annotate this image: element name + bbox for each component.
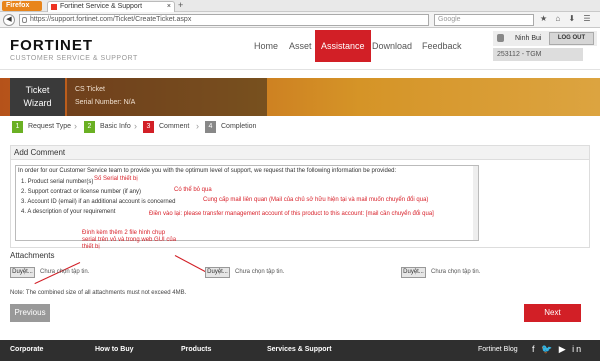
search-input[interactable]: Google [434,14,534,26]
fortinet-logo[interactable]: FORTINET [10,37,93,54]
step-3-label: Comment [159,123,190,130]
note-serial: Số Serial thiết bị [94,176,138,182]
nav-feedback[interactable]: Feedback [422,30,462,62]
step-arrow-icon: › [74,121,77,131]
step-3-number: 3 [143,121,154,133]
wizard-title-line1: Ticket [25,85,50,95]
tab-title: Fortinet Service & Support [60,3,143,10]
attachment-note-line-2: serial trên vỏ và trong web GUI của [82,237,177,243]
step-arrow-icon: › [196,121,199,131]
textarea-scrollbar[interactable] [473,166,478,240]
next-button[interactable]: Next [524,304,581,322]
social-icons[interactable]: f 🐦 ▶ in [532,344,583,355]
attachments-title: Attachments [10,251,55,260]
browser-tab[interactable]: Fortinet Service & Support × [47,1,175,12]
browse-button-2[interactable]: Duyệt... [205,267,230,278]
logout-button[interactable]: LOG OUT [549,32,594,45]
no-file-label-3: Chưa chọn tập tin. [431,269,481,275]
nav-home[interactable]: Home [254,30,278,62]
panel-title: Add Comment [11,146,589,160]
serial-number: Serial Number: N/A [75,99,136,106]
step-1-number: 1 [12,121,23,133]
wizard-steps: 1 Request Type › 2 Basic Info › 3 Commen… [10,121,590,135]
browse-button-1[interactable]: Duyệt... [10,267,35,278]
nav-download[interactable]: Download [372,30,412,62]
step-4-number: 4 [205,121,216,133]
comment-item-2: 2. Support contract or license number (i… [21,189,142,195]
url-text: https://support.fortinet.com/Ticket/Crea… [30,16,192,23]
note-email: Cung cấp mail liên quan (Mail của chủ sở… [203,197,429,203]
attachment-note-line-3: thiết bị [82,244,100,250]
site-header: FORTINET CUSTOMER SERVICE & SUPPORT Home… [0,28,600,70]
comment-intro: In order for our Customer Service team t… [18,168,397,174]
toolbar-icons[interactable]: ★ ⌂ ⬇ ☰ [540,14,594,23]
site-footer: Corporate How to Buy Products Services &… [0,340,600,361]
comment-item-1: 1. Product serial number(s) [21,179,94,185]
browser-navbar: ◀ https://support.fortinet.com/Ticket/Cr… [0,12,600,28]
nav-assistance[interactable]: Assistance [315,30,371,62]
no-file-label-1: Chưa chọn tập tin. [40,269,90,275]
ticket-info: CS Ticket Serial Number: N/A [67,78,267,116]
step-2-label: Basic Info [100,123,131,130]
previous-button[interactable]: Previous [10,304,50,322]
wizard-title-line2: Wizard [23,98,52,108]
back-arrow-icon[interactable]: ◀ [3,14,15,26]
no-file-label-2: Chưa chọn tập tin. [235,269,285,275]
note-description: Điền vào lại: please transfer management… [149,211,434,217]
browser-tabbar: Firefox Fortinet Service & Support × + [0,0,600,12]
user-name[interactable]: Ninh Bui [515,31,541,46]
url-bar[interactable]: https://support.fortinet.com/Ticket/Crea… [19,14,429,26]
user-avatar-icon [497,34,504,42]
nav-asset[interactable]: Asset [289,30,312,62]
comment-item-3: 3. Account ID (email) if an additional a… [21,199,176,205]
new-tab-icon[interactable]: + [178,0,183,10]
browse-button-3[interactable]: Duyệt... [401,267,426,278]
note-optional: Có thể bỏ qua [174,187,212,193]
footer-products[interactable]: Products [181,346,211,353]
footer-how-to-buy[interactable]: How to Buy [95,346,134,353]
user-box: Ninh Bui LOG OUT [493,31,597,46]
step-4-label: Completion [221,123,257,130]
wizard-title-box: Ticket Wizard [10,78,65,116]
firefox-menu-button[interactable]: Firefox [2,1,42,11]
footer-corporate[interactable]: Corporate [10,346,43,353]
footer-services-support[interactable]: Services & Support [267,346,332,353]
fortinet-favicon-icon [51,4,57,10]
step-2-number: 2 [84,121,95,133]
account-selector[interactable]: 253112 - TGM [493,48,583,61]
logo-subtitle: CUSTOMER SERVICE & SUPPORT [10,55,138,62]
comment-item-4: 4. A description of your requirement [21,209,116,215]
fortinet-blog-link[interactable]: Fortinet Blog [478,346,518,353]
attachment-note-line-1: Đính kèm thêm 2 file hình chụp [82,230,166,236]
lock-icon [22,17,27,23]
attachment-size-note: Note: The combined size of all attachmen… [10,290,187,296]
ticket-type: CS Ticket [75,86,105,93]
step-1-label: Request Type [28,123,72,130]
step-arrow-icon: › [134,121,137,131]
close-tab-icon[interactable]: × [167,2,171,12]
